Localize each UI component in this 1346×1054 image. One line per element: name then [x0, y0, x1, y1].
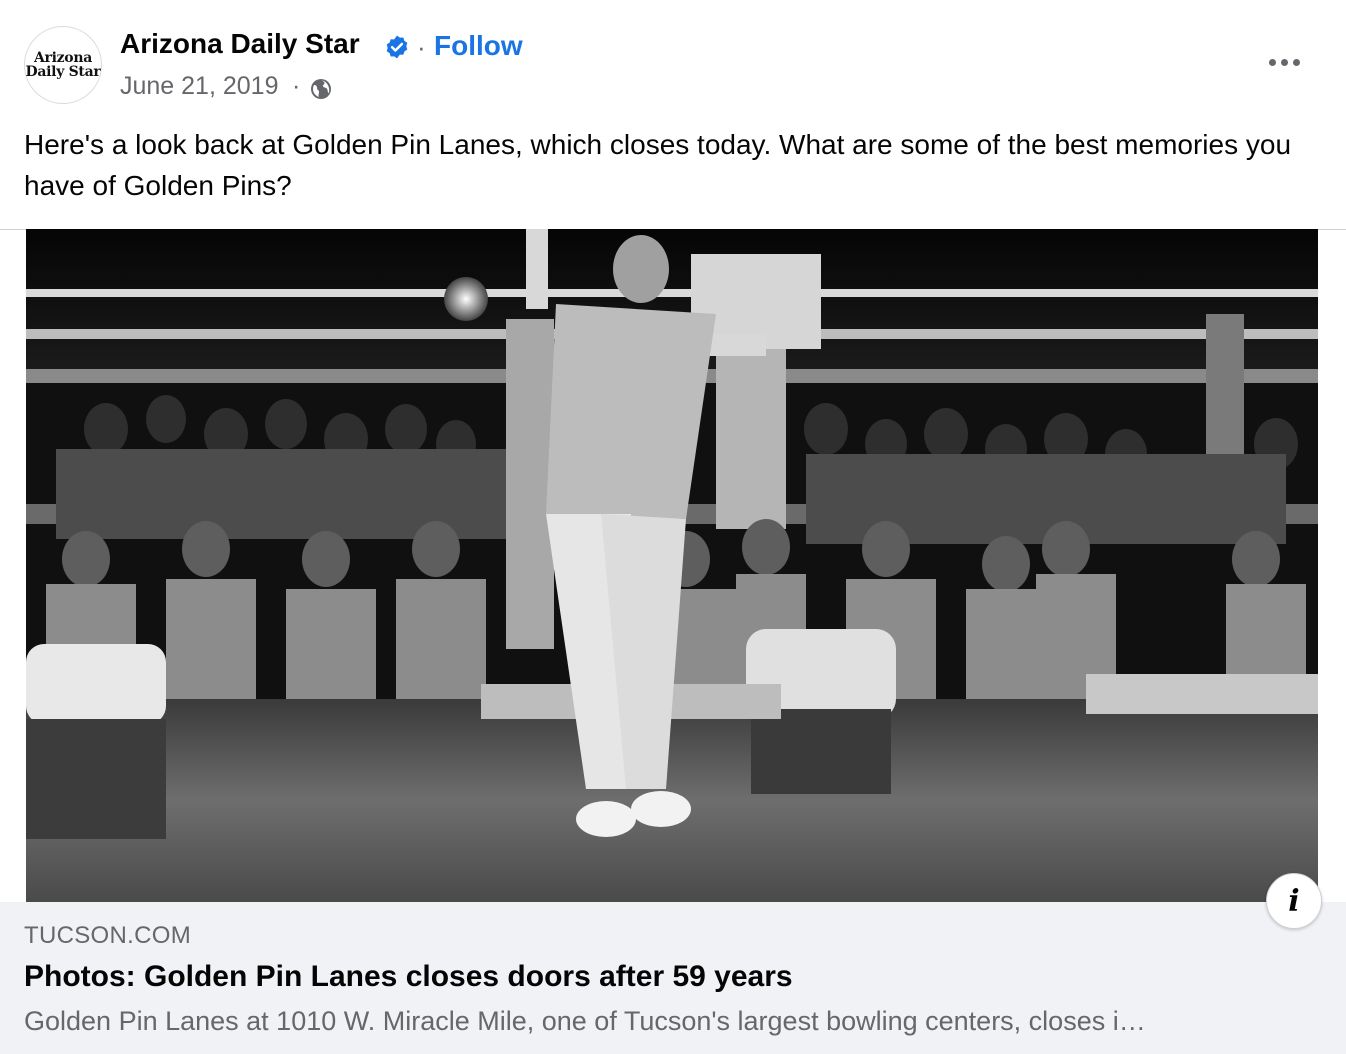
post-timestamp[interactable]: June 21, 2019: [120, 72, 278, 101]
post-message: Here's a look back at Golden Pin Lanes, …: [24, 129, 1292, 201]
link-preview[interactable]: TUCSON.COM Photos: Golden Pin Lanes clos…: [0, 902, 1346, 1054]
follow-button[interactable]: Follow: [434, 30, 523, 62]
bowler-photo-illustration: [26, 229, 1318, 902]
more-options-icon[interactable]: [1262, 44, 1306, 80]
link-description: Golden Pin Lanes at 1010 W. Miracle Mile…: [24, 1006, 1146, 1036]
avatar-logo-line-1: Arizona: [34, 50, 92, 66]
page-avatar[interactable]: Arizona Daily Star: [24, 26, 102, 104]
post-photo[interactable]: [26, 229, 1318, 902]
info-icon-glyph: i: [1288, 883, 1300, 919]
link-domain: TUCSON.COM: [24, 922, 191, 949]
verified-badge-icon: [386, 35, 408, 59]
globe-icon[interactable]: [309, 77, 333, 101]
info-icon[interactable]: i: [1266, 873, 1322, 929]
date-separator: ·: [292, 72, 301, 100]
page-name-link[interactable]: Arizona Daily Star: [120, 28, 360, 60]
follow-separator: ·: [417, 32, 426, 62]
link-title[interactable]: Photos: Golden Pin Lanes closes doors af…: [24, 960, 793, 994]
post-card: Arizona Daily Star Arizona Daily Star · …: [0, 0, 1346, 1054]
avatar-logo-line-2: Daily Star: [25, 64, 101, 80]
